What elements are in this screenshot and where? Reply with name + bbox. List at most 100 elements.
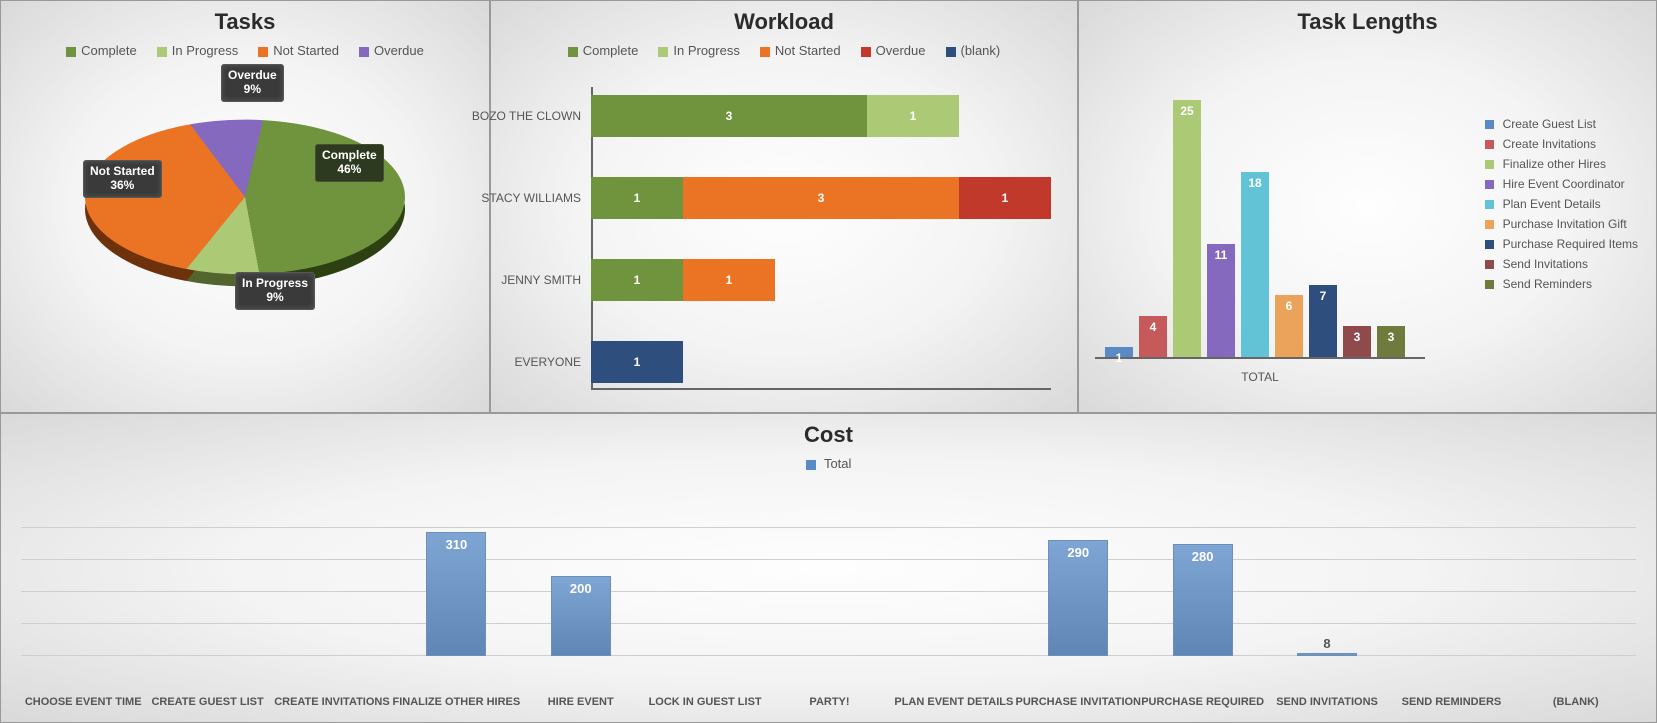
workload-row: EVERYONE1 [591, 341, 1051, 383]
legend-label: Not Started [775, 43, 841, 58]
cost-panel: Cost Total CHOOSE EVENT TIMECREATE GUEST… [0, 413, 1657, 723]
cost-xlabel: CREATE INVITATIONS [267, 696, 397, 708]
pie-label-inprogress-text: In Progress [242, 276, 308, 290]
workload-segment: 1 [591, 259, 683, 301]
cost-gridline [21, 559, 1636, 560]
legend-swatch [658, 47, 668, 57]
lengths-xlabel: TOTAL [1095, 370, 1425, 384]
lengths-bar-value: 6 [1275, 299, 1303, 313]
cost-gridline [21, 527, 1636, 528]
cost-bar: 8 [1297, 653, 1357, 656]
legend-label: Finalize other Hires [1503, 157, 1606, 171]
cost-xlabel: FINALIZE OTHER HIRES [391, 696, 521, 708]
pie-label-complete: Complete 46% [315, 144, 384, 182]
legend-label: Not Started [273, 43, 339, 58]
workload-segment: 1 [591, 177, 683, 219]
pie-label-notstarted-pct: 36% [110, 178, 134, 192]
workload-title: Workload [491, 9, 1077, 35]
cost-bar: 290 [1048, 540, 1108, 656]
cost-bar-value: 280 [1174, 549, 1232, 564]
legend-swatch [1485, 280, 1494, 289]
legend-item: (blank) [946, 43, 1001, 58]
lengths-bar-value: 3 [1343, 330, 1371, 344]
cost-bar-value: 8 [1298, 636, 1356, 651]
cost-xlabel: CREATE GUEST LIST [143, 696, 273, 708]
cost-legend-swatch [806, 460, 816, 470]
workload-legend: Complete In Progress Not Started Overdue (bl… [491, 43, 1077, 58]
legend-item: In Progress [157, 43, 238, 58]
workload-x-axis [591, 388, 1051, 390]
legend-item: Overdue [359, 43, 424, 58]
pie-label-complete-pct: 46% [337, 162, 361, 176]
cost-gridlines [21, 519, 1636, 656]
legend-swatch [1485, 260, 1494, 269]
legend-item: Overdue [861, 43, 926, 58]
lengths-bar: 11 [1207, 244, 1235, 357]
lengths-bar-value: 1 [1105, 351, 1133, 365]
cost-xlabel: PURCHASE INVITATION [1013, 696, 1143, 708]
lengths-legend-item: Hire Event Coordinator [1485, 177, 1638, 191]
legend-label: Plan Event Details [1503, 197, 1601, 211]
lengths-legend-item: Send Reminders [1485, 277, 1638, 291]
legend-label: Overdue [374, 43, 424, 58]
cost-gridline [21, 591, 1636, 592]
pie-label-inprogress-pct: 9% [266, 290, 283, 304]
cost-bar-value: 200 [552, 581, 610, 596]
legend-swatch [66, 47, 76, 57]
pie-label-notstarted-text: Not Started [90, 164, 155, 178]
legend-label: (blank) [961, 43, 1001, 58]
workload-segment: 1 [683, 259, 775, 301]
lengths-legend-item: Purchase Required Items [1485, 237, 1638, 251]
lengths-bar-value: 11 [1207, 248, 1235, 262]
workload-row-label: STACY WILLIAMS [451, 191, 591, 205]
cost-title: Cost [1, 422, 1656, 448]
legend-label: Send Invitations [1503, 257, 1588, 271]
legend-item: Not Started [760, 43, 841, 58]
workload-segment: 1 [591, 341, 683, 383]
lengths-legend-item: Create Guest List [1485, 117, 1638, 131]
legend-label: In Progress [673, 43, 739, 58]
cost-legend-label: Total [824, 456, 851, 471]
cost-xlabel: PURCHASE REQUIRED [1138, 696, 1268, 708]
lengths-legend-item: Send Invitations [1485, 257, 1638, 271]
pie-label-overdue: Overdue 9% [221, 64, 284, 102]
legend-swatch [1485, 160, 1494, 169]
lengths-legend: Create Guest List Create Invitations Fin… [1485, 111, 1638, 297]
legend-swatch [1485, 220, 1494, 229]
legend-label: Purchase Invitation Gift [1503, 217, 1627, 231]
workload-row-label: BOZO THE CLOWN [451, 109, 591, 123]
legend-swatch [1485, 140, 1494, 149]
cost-xlabel: CHOOSE EVENT TIME [18, 696, 148, 708]
legend-label: Complete [81, 43, 137, 58]
workload-segment: 3 [591, 95, 867, 137]
lengths-panel: Task Lengths TOTAL 142511186733 Create G… [1078, 0, 1657, 413]
cost-xlabel: SEND REMINDERS [1386, 696, 1516, 708]
cost-xlabel: PLAN EVENT DETAILS [889, 696, 1019, 708]
lengths-bar-value: 3 [1377, 330, 1405, 344]
legend-label: Purchase Required Items [1503, 237, 1638, 251]
workload-segment: 1 [959, 177, 1051, 219]
cost-xlabel: LOCK IN GUEST LIST [640, 696, 770, 708]
workload-row-label: EVERYONE [451, 355, 591, 369]
legend-label: Create Guest List [1503, 117, 1596, 131]
legend-label: Complete [583, 43, 639, 58]
legend-swatch [946, 47, 956, 57]
legend-swatch [359, 47, 369, 57]
pie-label-overdue-pct: 9% [244, 82, 261, 96]
workload-row: STACY WILLIAMS131 [591, 177, 1051, 219]
workload-row: JENNY SMITH11 [591, 259, 1051, 301]
cost-gridline [21, 623, 1636, 624]
legend-swatch [1485, 180, 1494, 189]
tasks-panel: Tasks CompleteIn ProgressNot StartedOver… [0, 0, 490, 413]
cost-bar-value: 290 [1049, 545, 1107, 560]
cost-bar-value: 310 [427, 537, 485, 552]
lengths-bar-value: 18 [1241, 176, 1269, 190]
cost-bar: 280 [1173, 544, 1233, 656]
legend-label: Send Reminders [1503, 277, 1592, 291]
lengths-legend-item: Purchase Invitation Gift [1485, 217, 1638, 231]
workload-segment: 3 [683, 177, 959, 219]
legend-swatch [1485, 200, 1494, 209]
lengths-chart: TOTAL 142511186733 [1095, 71, 1425, 389]
cost-gridline [21, 655, 1636, 656]
lengths-bar: 4 [1139, 316, 1167, 357]
